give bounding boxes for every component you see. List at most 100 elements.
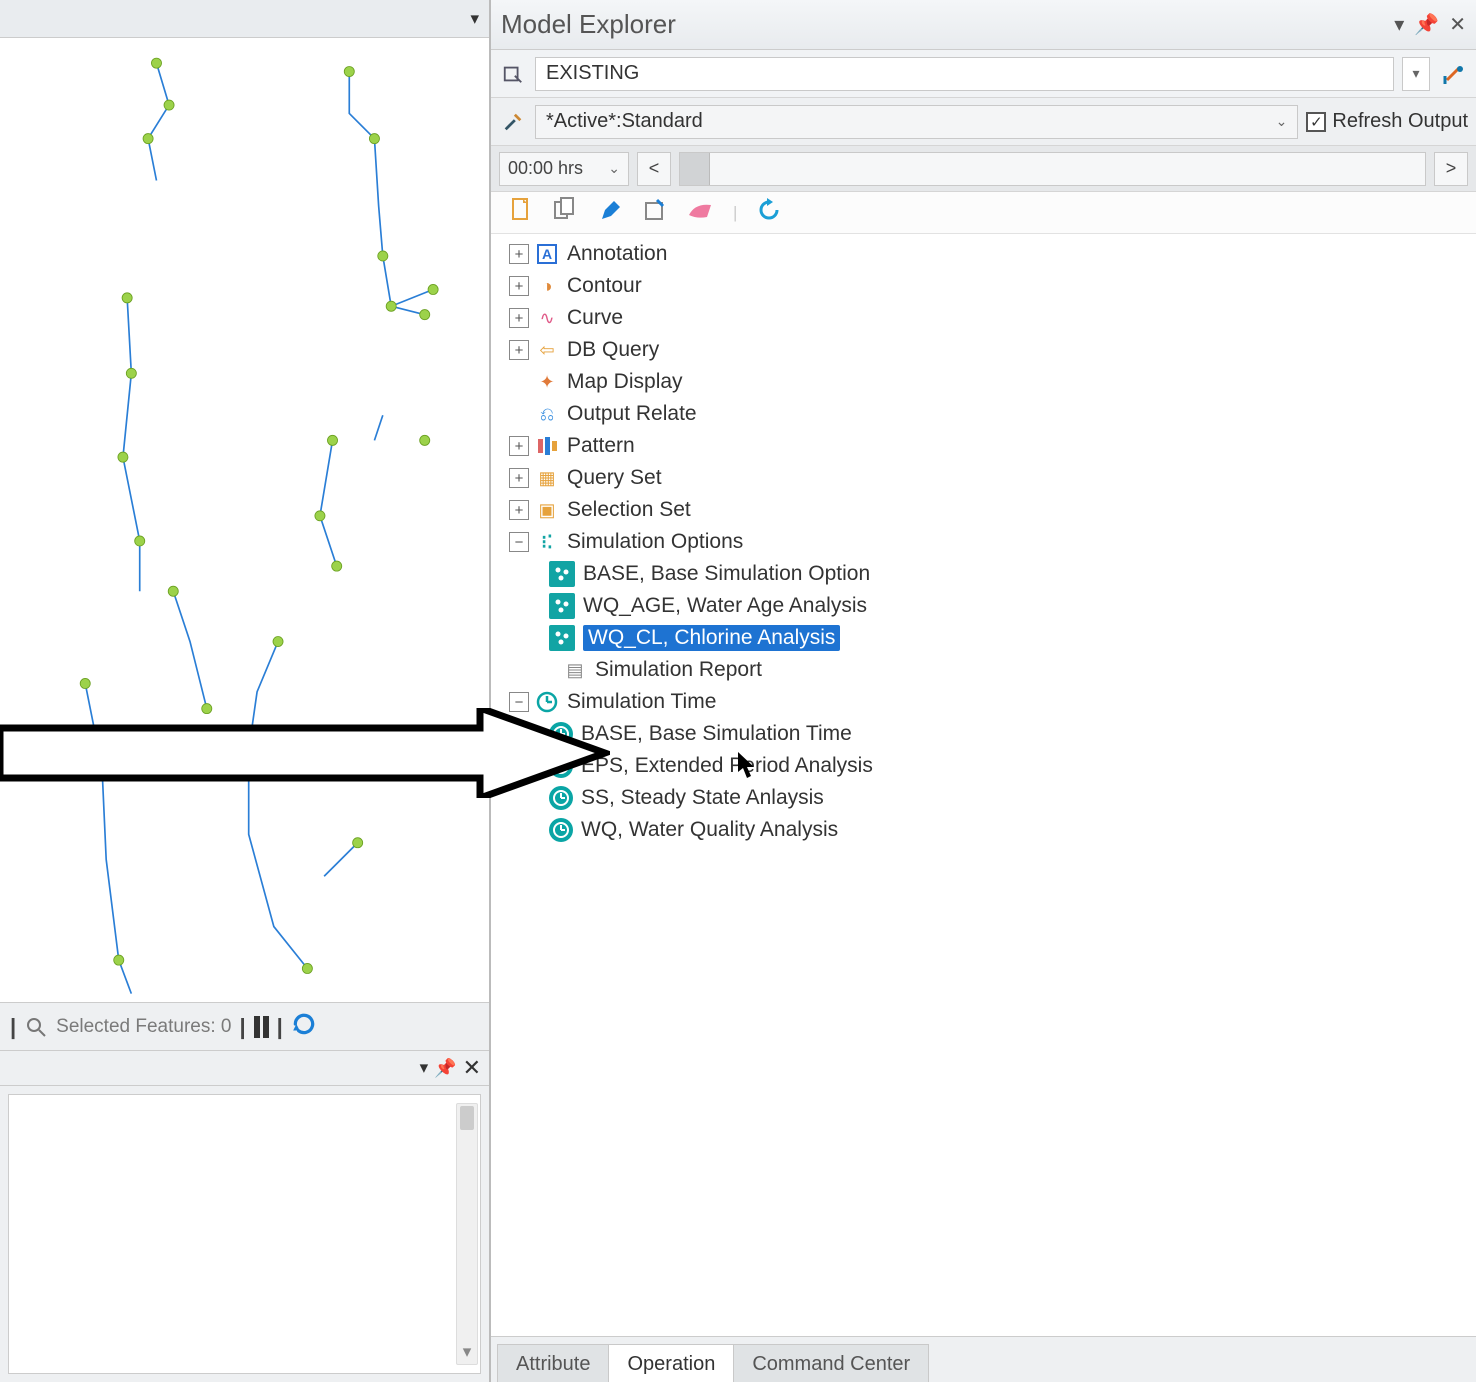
step-forward-button[interactable]: >: [1434, 152, 1468, 186]
new-icon[interactable]: [509, 196, 533, 229]
scenario-name-field[interactable]: EXISTING: [535, 57, 1394, 91]
expand-icon[interactable]: +: [509, 340, 529, 360]
tree-child-node[interactable]: WQ, Water Quality Analysis: [491, 814, 1476, 846]
tree-child-node[interactable]: BASE, Base Simulation Option: [491, 558, 1476, 590]
close-icon[interactable]: ✕: [463, 1055, 481, 1081]
tree-node[interactable]: − Simulation Time: [491, 686, 1476, 718]
time-value-text: 00:00 hrs: [508, 158, 583, 179]
pin-icon[interactable]: 📌: [1414, 12, 1439, 37]
panel-title: Model Explorer: [501, 9, 1394, 40]
refresh-icon[interactable]: [291, 1011, 317, 1043]
expand-icon[interactable]: +: [509, 244, 529, 264]
tree-node-label: BASE, Base Simulation Time: [581, 722, 852, 746]
tree-node-icon: [549, 786, 573, 810]
cursor-icon: [738, 752, 760, 780]
dropdown-icon[interactable]: ▾: [420, 1058, 429, 1078]
tree-node-icon: ⁝⁚: [535, 530, 559, 554]
tree-child-node[interactable]: BASE, Base Simulation Time: [491, 718, 1476, 750]
tree-node-label: EPS, Extended Period Analysis: [581, 754, 873, 778]
rename-icon[interactable]: [643, 198, 667, 227]
panel-title-bar: Model Explorer ▾ 📌 ✕: [491, 0, 1476, 50]
tree-toolbar: |: [491, 192, 1476, 234]
tree-node-icon: [535, 434, 559, 458]
tree-node[interactable]: −⁝⁚ Simulation Options: [491, 526, 1476, 558]
dropdown-icon[interactable]: ▾: [470, 9, 479, 29]
tree-node-icon: ∿: [535, 306, 559, 330]
time-slider[interactable]: [679, 152, 1426, 186]
expand-icon[interactable]: +: [509, 308, 529, 328]
step-back-button[interactable]: <: [637, 152, 671, 186]
tree-node[interactable]: ⎌ Output Relate: [491, 398, 1476, 430]
tree-node[interactable]: + ⇦ DB Query: [491, 334, 1476, 366]
tree-node[interactable]: +▣Selection Set: [491, 494, 1476, 526]
tree-node-icon: ▦: [535, 466, 559, 490]
tree-node-label: SS, Steady State Anlaysis: [581, 786, 824, 810]
delete-icon[interactable]: [687, 201, 713, 224]
tree-node[interactable]: ▤Simulation Report: [491, 654, 1476, 686]
close-icon[interactable]: ✕: [1449, 12, 1466, 37]
collapse-icon[interactable]: −: [509, 692, 529, 712]
tree-node-icon: ⎌: [535, 402, 559, 426]
chevron-down-icon: ⌄: [608, 160, 620, 177]
tree-node[interactable]: +Pattern: [491, 430, 1476, 462]
tab-operation[interactable]: Operation: [608, 1344, 734, 1382]
spacer: [509, 404, 529, 424]
reload-icon[interactable]: [757, 198, 781, 227]
refresh-output-label: Refresh Output: [1332, 110, 1468, 133]
tree-node-icon: [549, 561, 575, 587]
tree-node[interactable]: +AAnnotation: [491, 238, 1476, 270]
tree-node-label: Simulation Options: [567, 530, 743, 554]
tree-body[interactable]: +AAnnotation+◑Contour+∿Curve+⇦DB Query✦M…: [491, 234, 1476, 1336]
scenario-dropdown-button[interactable]: ▾: [1402, 57, 1430, 91]
map-canvas[interactable]: [0, 38, 489, 1002]
tree-node-label: WQ_CL, Chlorine Analysis: [583, 625, 840, 651]
expand-icon[interactable]: +: [509, 468, 529, 488]
collapse-icon[interactable]: −: [509, 532, 529, 552]
tree-node-label: Output Relate: [567, 402, 697, 426]
map-status-bar: | Selected Features: 0 | |: [0, 1002, 489, 1050]
tab-command-center[interactable]: Command Center: [733, 1344, 929, 1382]
lower-panel-header: ▾ 📌 ✕: [0, 1050, 489, 1086]
expand-icon[interactable]: +: [509, 500, 529, 520]
time-value-dropdown[interactable]: 00:00 hrs ⌄: [499, 152, 629, 186]
tree-node-label: WQ_AGE, Water Age Analysis: [583, 594, 867, 618]
pin-icon[interactable]: 📌: [434, 1058, 456, 1079]
magnify-select-icon[interactable]: [24, 1015, 48, 1039]
copy-icon[interactable]: [553, 196, 579, 229]
tree-node[interactable]: ✦ Map Display: [491, 366, 1476, 398]
lower-panel-body: ▾: [8, 1094, 481, 1374]
tree-node-icon: ✦: [535, 370, 559, 394]
tree-node-icon: ⇦: [535, 338, 559, 362]
bottom-tabs: AttributeOperationCommand Center: [491, 1336, 1476, 1382]
tree-node[interactable]: +▦Query Set: [491, 462, 1476, 494]
active-simulation-text: *Active*:Standard: [546, 110, 703, 133]
spacer: [509, 372, 529, 392]
tree-node-label: Simulation Time: [567, 690, 716, 714]
tree-node[interactable]: +∿Curve: [491, 302, 1476, 334]
tree-child-node[interactable]: SS, Steady State Anlaysis: [491, 782, 1476, 814]
spacer: [537, 660, 557, 680]
scrollbar[interactable]: ▾: [456, 1103, 478, 1365]
tree-node-icon: [535, 690, 559, 714]
refresh-output-checkbox[interactable]: ✓ Refresh Output: [1306, 110, 1468, 133]
tree-node-label: Map Display: [567, 370, 683, 394]
dropdown-icon[interactable]: ▾: [1394, 12, 1404, 37]
tab-attribute[interactable]: Attribute: [497, 1344, 609, 1382]
selected-features-label: Selected Features: 0: [56, 1016, 231, 1038]
pause-icon[interactable]: [254, 1016, 269, 1038]
scenario-search-icon[interactable]: [499, 60, 527, 88]
tree-node-label: DB Query: [567, 338, 659, 362]
tree-node[interactable]: +◑Contour: [491, 270, 1476, 302]
tree-child-node[interactable]: EPS, Extended Period Analysis: [491, 750, 1476, 782]
tools-icon[interactable]: [499, 108, 527, 136]
expand-icon[interactable]: +: [509, 436, 529, 456]
tree-node-label: Selection Set: [567, 498, 691, 522]
tree-child-node[interactable]: WQ_AGE, Water Age Analysis: [491, 590, 1476, 622]
expand-icon[interactable]: +: [509, 276, 529, 296]
edit-icon[interactable]: [599, 198, 623, 227]
tree-child-node[interactable]: WQ_CL, Chlorine Analysis: [491, 622, 1476, 654]
active-simulation-dropdown[interactable]: *Active*:Standard ⌄: [535, 105, 1298, 139]
run-scenario-icon[interactable]: [1438, 59, 1468, 89]
tree-node-label: BASE, Base Simulation Option: [583, 562, 870, 586]
scenario-row: EXISTING ▾: [491, 50, 1476, 98]
